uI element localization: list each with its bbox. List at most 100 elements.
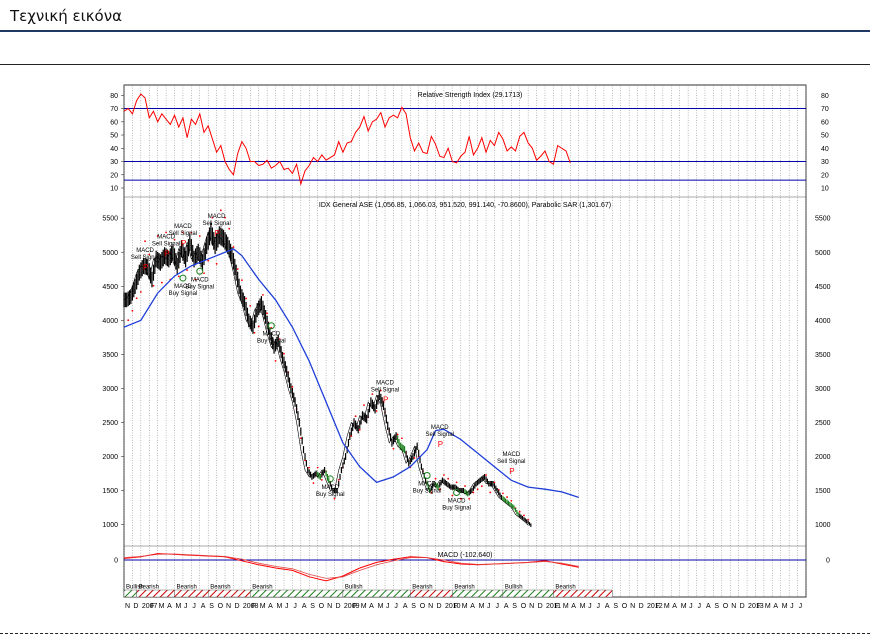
sar-dot	[177, 275, 180, 278]
buy-signal-label-line2: Buy Signal	[413, 489, 442, 495]
sar-dot	[501, 492, 504, 495]
sar-dot	[464, 485, 466, 487]
x-axis-month-label: F	[150, 603, 154, 610]
x-axis-month-label: N	[428, 603, 433, 610]
x-axis-month-label: M	[563, 603, 569, 610]
sell-signal-label-line1: MACD	[502, 452, 520, 458]
sar-dot	[198, 235, 201, 237]
x-axis-month-label: J	[597, 603, 601, 610]
rsi-tick-label-right: 70	[821, 106, 829, 113]
rsi-tick-label-left: 50	[110, 133, 118, 140]
macd-tick-label-left: 0	[114, 558, 118, 565]
sar-dot	[245, 297, 247, 300]
rsi-tick-label-right: 50	[821, 133, 829, 140]
sell-signal-marker: P	[164, 249, 169, 258]
x-axis-month-label: M	[765, 603, 771, 610]
sar-dot	[468, 497, 471, 500]
x-axis-month-label: A	[773, 603, 778, 610]
sar-dot	[472, 491, 475, 494]
rsi-tick-label-right: 20	[821, 172, 829, 179]
technical-chart: Relative Strength Index (29.1713) 10 10 20 2…	[102, 84, 831, 610]
buy-signal-label-line2: Buy Signal	[169, 291, 198, 297]
x-axis-month-label: J	[799, 603, 803, 610]
rsi-tick-label-left: 70	[110, 106, 118, 113]
sell-signal-label-line2: Sell Signal	[426, 432, 454, 438]
sell-signal-label-line2: Sell Signal	[169, 231, 197, 237]
x-axis-month-label: D	[740, 603, 745, 610]
x-axis-month-label: M	[479, 603, 485, 610]
price-tick-label-left: 3500	[102, 352, 118, 359]
sell-signal-marker: P	[143, 263, 148, 272]
phase-segment	[342, 589, 411, 598]
sar-dot	[291, 385, 294, 388]
sell-signal-label-line2: Sell Signal	[131, 255, 159, 261]
x-axis-month-label: M	[664, 603, 670, 610]
rsi-tick-label-right: 40	[821, 146, 829, 153]
price-tick-label-right: 4500	[815, 284, 831, 291]
x-axis-month-label: O	[420, 603, 426, 610]
x-axis-month-label: S	[613, 603, 618, 610]
x-axis-month-label: A	[167, 603, 172, 610]
x-axis-month-label: M	[361, 603, 367, 610]
sar-dot	[375, 410, 378, 412]
buy-signal-label-line2: Buy Signal	[442, 506, 471, 512]
sar-dot	[257, 325, 260, 328]
price-tick-label-right: 1500	[815, 488, 831, 495]
sar-dot	[283, 352, 285, 355]
x-axis-month-label: M	[260, 603, 266, 610]
sar-dot	[240, 279, 243, 282]
x-axis-month-label: O	[622, 603, 628, 610]
x-axis-month-label: N	[731, 603, 736, 610]
x-axis-month-label: D	[133, 603, 138, 610]
price-tick-label-left: 5000	[102, 250, 118, 257]
price-tick-label-right: 1000	[815, 522, 831, 529]
phase-label: Bearish	[454, 585, 474, 591]
x-axis-month-label: M	[176, 603, 182, 610]
macd-title: MACD (-102.640)	[438, 552, 493, 559]
x-axis-month-label: J	[495, 603, 499, 610]
x-axis-month-label: M	[378, 603, 384, 610]
sar-dot	[363, 404, 365, 407]
sar-dot	[160, 281, 163, 284]
sar-dot	[333, 497, 336, 500]
phase-label: Bearish	[210, 585, 230, 591]
rsi-tick-label-left: 40	[110, 146, 118, 153]
x-axis-month-label: M	[580, 603, 586, 610]
x-axis-month-label: M	[159, 603, 165, 610]
sell-signal-marker: P	[438, 440, 443, 449]
sell-signal-label-line1: MACD	[208, 214, 226, 220]
x-axis-month-label: M	[681, 603, 687, 610]
x-axis-month-label: J	[689, 603, 693, 610]
sell-signal-label-line2: Sell Signal	[152, 241, 180, 247]
sar-dot	[203, 272, 205, 275]
sar-dot	[299, 437, 302, 440]
x-axis-month-label: J	[487, 603, 491, 610]
x-axis-month-label: A	[706, 603, 711, 610]
price-tick-label-left: 5500	[102, 216, 118, 223]
sar-dot	[510, 499, 513, 502]
sell-signal-marker: P	[383, 396, 388, 405]
sell-signal-marker: P	[181, 239, 186, 248]
price-tick-label-left: 2000	[102, 454, 118, 461]
sar-dot	[400, 437, 403, 440]
rsi-tick-label-right: 10	[821, 186, 829, 193]
phase-segment	[136, 589, 175, 598]
rsi-tick-label-left: 30	[110, 159, 118, 166]
sar-dot	[232, 246, 235, 248]
price-tick-label-left: 4000	[102, 318, 118, 325]
sar-dot	[396, 433, 399, 436]
sar-dot	[455, 481, 458, 484]
x-axis-month-label: S	[714, 603, 719, 610]
sell-signal-label-line1: MACD	[174, 224, 192, 230]
phase-segment	[207, 589, 251, 598]
sar-dot	[135, 297, 138, 300]
buy-signal-label-line2: Buy Signal	[185, 284, 214, 290]
sell-signal-label-line1: MACD	[431, 425, 449, 431]
price-tick-label-right: 3000	[815, 386, 831, 393]
x-axis-month-label: D	[639, 603, 644, 610]
phase-label: Bearish	[412, 585, 432, 591]
x-axis-month-label: F	[655, 603, 659, 610]
rsi-line	[123, 93, 571, 187]
sar-dot	[480, 485, 483, 488]
x-axis-month-label: N	[327, 603, 332, 610]
